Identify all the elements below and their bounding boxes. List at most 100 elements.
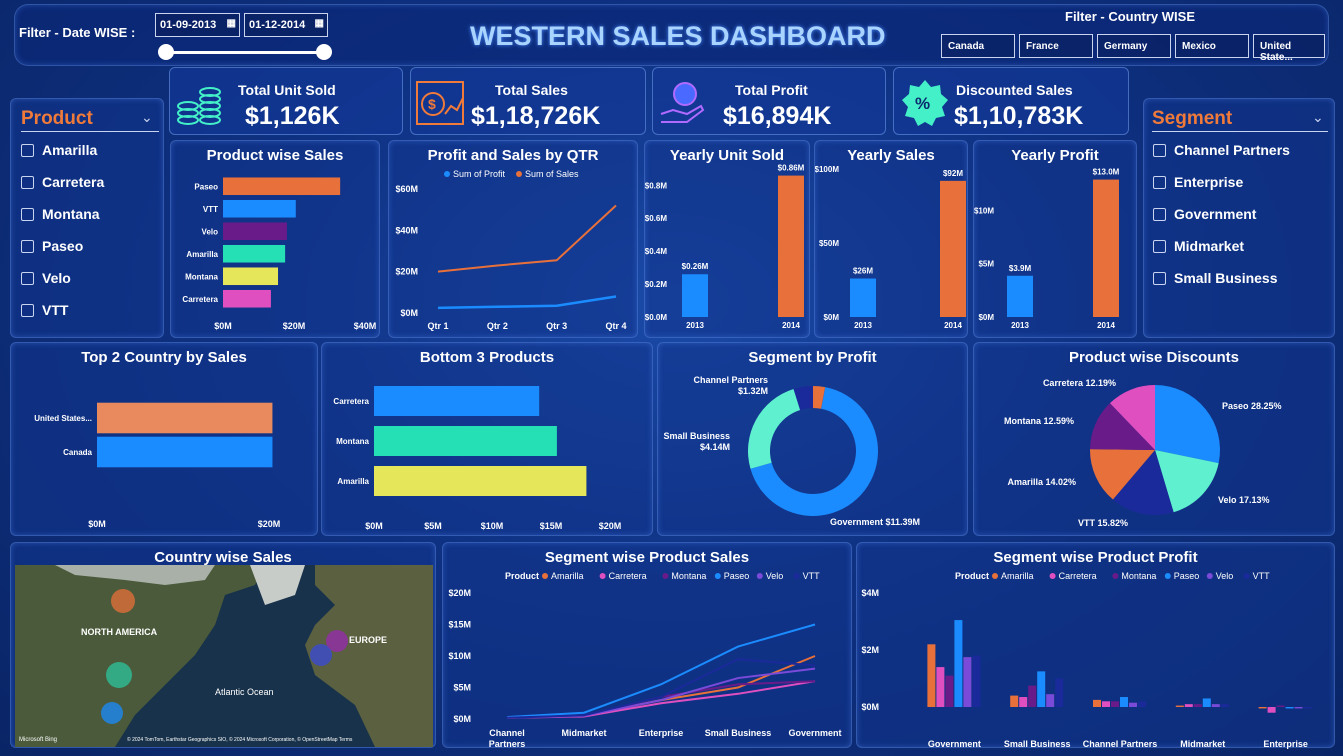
product-option-carretera[interactable]: Carretera <box>21 166 104 198</box>
bar <box>223 177 341 196</box>
x-tick-label: $0M <box>214 321 232 331</box>
checkbox-icon[interactable] <box>21 143 34 157</box>
qtr-chart: $0M $20M $40M $60M Qtr 1 Qtr 2 Qtr 3 Qtr 4 Sum o… <box>395 169 626 331</box>
y-tick-label: $0.8M <box>645 181 667 190</box>
x-tick-label: Channel <box>489 728 525 738</box>
x-tick-label: $20M <box>599 521 622 531</box>
segment-slicer: Segment ⌄ Channel Partners Enterprise Go… <box>1143 98 1335 338</box>
country-mexico-button[interactable]: Mexico <box>1175 34 1249 58</box>
world-map[interactable]: NORTH AMERICA EUROPE Atlantic Ocean Micr… <box>15 565 433 747</box>
category-label: Carretera <box>182 295 218 304</box>
product-option-vtt[interactable]: VTT <box>21 294 104 326</box>
kpi-total-profit: Total Profit $16,894K <box>652 67 886 135</box>
segment-profit-card: Segment by Profit Government $11.39M Small… <box>657 342 968 536</box>
segment-option-channel-partners[interactable]: Channel Partners <box>1153 134 1290 166</box>
option-label: Montana <box>42 206 100 222</box>
checkbox-icon[interactable] <box>1153 271 1166 285</box>
y-tick-label: $4M <box>861 588 879 598</box>
page-title: WESTERN SALES DASHBOARD <box>470 21 886 51</box>
data-label: $26M <box>853 267 873 276</box>
chart-title: Bottom 3 Products <box>419 349 555 366</box>
bar <box>1175 705 1184 707</box>
bar <box>1093 699 1101 707</box>
bar <box>945 675 954 707</box>
product-option-montana[interactable]: Montana <box>21 198 104 230</box>
chart-title: Segment wise Product Profit <box>993 549 1198 566</box>
x-tick-label: 2013 <box>1011 321 1029 330</box>
kpi-value: $1,10,783K <box>954 102 1084 130</box>
checkbox-icon[interactable] <box>1153 175 1166 189</box>
country-map-card: Country wise Sales NORTH AMERICA EUROPE … <box>10 542 436 748</box>
x-tick-label: Small Business <box>705 728 772 738</box>
checkbox-icon[interactable] <box>1153 143 1166 157</box>
legend-label: Paseo <box>1174 571 1200 581</box>
bar <box>1129 702 1137 707</box>
segment-product-profit-chart: Product Amarilla Carretera Montana Paseo Velo… <box>861 571 1312 749</box>
legend-dot <box>444 171 450 177</box>
map-bubble-mexico[interactable] <box>101 702 123 724</box>
x-tick-label: $5M <box>424 521 442 531</box>
calendar-icon[interactable]: ▦ <box>315 18 324 29</box>
checkbox-icon[interactable] <box>21 271 34 285</box>
legend-label: Carretera <box>609 571 647 581</box>
coins-stack-icon <box>177 87 221 125</box>
segment-option-enterprise[interactable]: Enterprise <box>1153 166 1290 198</box>
x-tick-label: Government <box>788 728 841 738</box>
checkbox-icon[interactable] <box>21 239 34 253</box>
checkbox-icon[interactable] <box>1153 239 1166 253</box>
country-germany-button[interactable]: Germany <box>1097 34 1171 58</box>
country-us-button[interactable]: United State... <box>1253 34 1325 63</box>
y-tick-label: $0.4M <box>645 247 667 256</box>
product-option-amarilla[interactable]: Amarilla <box>21 134 104 166</box>
discount-badge-icon: % <box>902 80 948 126</box>
x-tick-label: Qtr 3 <box>546 321 567 331</box>
product-option-paseo[interactable]: Paseo <box>21 230 104 262</box>
chevron-down-icon[interactable]: ⌄ <box>1312 109 1324 126</box>
segment-option-midmarket[interactable]: Midmarket <box>1153 230 1290 262</box>
map-bubble-canada[interactable] <box>111 589 135 613</box>
slice-value: $1.32M <box>738 386 768 396</box>
country-canada-button[interactable]: Canada <box>941 34 1015 58</box>
chevron-down-icon[interactable]: ⌄ <box>141 109 153 126</box>
legend-dot <box>662 573 669 579</box>
map-bubble-france[interactable] <box>310 644 332 666</box>
date-filter-label: Filter - Date WISE : <box>19 25 136 40</box>
segment-option-small-business[interactable]: Small Business <box>1153 262 1290 294</box>
date-slider-end-handle[interactable] <box>316 44 332 60</box>
category-label: Montana <box>336 437 369 446</box>
legend-label: Sum of Sales <box>525 169 579 179</box>
checkbox-icon[interactable] <box>21 207 34 221</box>
segment-option-government[interactable]: Government <box>1153 198 1290 230</box>
date-to-field[interactable]: 01-12-2014 ▦ <box>244 13 328 37</box>
option-label: Velo <box>42 270 71 286</box>
option-label: VTT <box>42 302 69 318</box>
map-credit: © 2024 TomTom, Earthstar Geographics SIO… <box>127 736 353 743</box>
slice-value: $4.14M <box>700 442 730 452</box>
x-tick-label: 2014 <box>1097 321 1115 330</box>
checkbox-icon[interactable] <box>21 303 34 317</box>
date-from-field[interactable]: 01-09-2013 ▦ <box>155 13 240 37</box>
product-sales-card: Product wise Sales Paseo VTT Velo Amarilla Mo… <box>170 140 380 338</box>
date-slider-track[interactable] <box>165 51 325 54</box>
legend-label: Sum of Profit <box>453 169 506 179</box>
country-filter-label: Filter - Country WISE <box>1065 9 1195 24</box>
y-tick-label: $50M <box>819 239 839 248</box>
x-tick-label: Qtr 1 <box>427 321 448 331</box>
calendar-icon[interactable]: ▦ <box>227 18 236 29</box>
y-tick-label: $0.6M <box>645 214 667 223</box>
country-france-button[interactable]: France <box>1019 34 1093 58</box>
checkbox-icon[interactable] <box>21 175 34 189</box>
bar <box>1184 704 1193 707</box>
date-slider-start-handle[interactable] <box>158 44 174 60</box>
segment-product-sales-chart: Product Amarilla Carretera Montana Paseo Velo… <box>448 571 841 749</box>
data-label: $13.0M <box>1093 168 1120 177</box>
map-bubble-us[interactable] <box>106 662 132 688</box>
option-label: Channel Partners <box>1174 142 1290 158</box>
product-option-velo[interactable]: Velo <box>21 262 104 294</box>
bar <box>1138 701 1146 707</box>
checkbox-icon[interactable] <box>1153 207 1166 221</box>
y-tick-label: $0.0M <box>645 313 667 322</box>
y-tick-label: $0M <box>400 308 418 318</box>
x-tick-label: 2013 <box>854 321 872 330</box>
bar <box>1007 275 1033 317</box>
